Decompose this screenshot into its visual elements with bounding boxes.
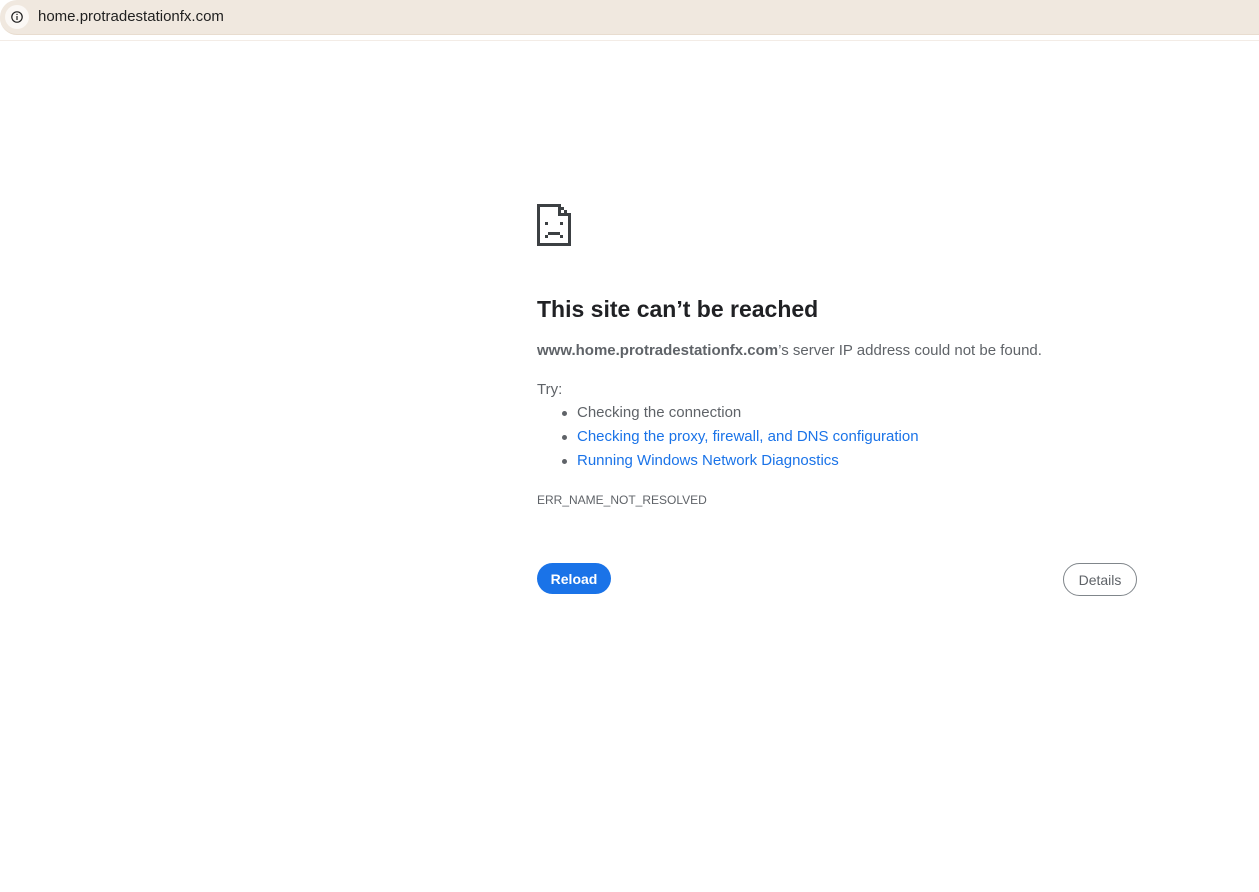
suggestion-proxy-firewall-dns-link[interactable]: Checking the proxy, firewall, and DNS co… [577, 428, 919, 445]
suggestion-item: Checking the connection [537, 404, 919, 428]
info-icon[interactable] [5, 5, 29, 29]
toolbar-divider [0, 40, 1259, 41]
try-label: Try: [537, 381, 563, 398]
suggestion-network-diagnostics-link[interactable]: Running Windows Network Diagnostics [577, 452, 839, 469]
bullet [562, 411, 567, 416]
address-bar[interactable]: home.protradestationfx.com [0, 0, 1259, 35]
url-text[interactable]: home.protradestationfx.com [38, 8, 224, 26]
suggestions-list: Checking the connection Checking the pro… [537, 404, 919, 476]
error-message: www.home.protradestationfx.com’s server … [537, 342, 1042, 360]
sad-page-icon [537, 204, 571, 251]
error-host: www.home.protradestationfx.com [537, 342, 779, 359]
error-heading: This site can’t be reached [537, 296, 819, 322]
error-code: ERR_NAME_NOT_RESOLVED [537, 493, 707, 507]
details-button[interactable]: Details [1063, 563, 1137, 596]
bullet [562, 435, 567, 440]
suggestion-item[interactable]: Running Windows Network Diagnostics [537, 452, 919, 476]
suggestion-item[interactable]: Checking the proxy, firewall, and DNS co… [537, 428, 919, 452]
suggestion-check-connection: Checking the connection [577, 404, 742, 421]
bullet [562, 459, 567, 464]
error-message-suffix: ’s server IP address could not be found. [778, 342, 1042, 359]
reload-button[interactable]: Reload [537, 563, 611, 594]
